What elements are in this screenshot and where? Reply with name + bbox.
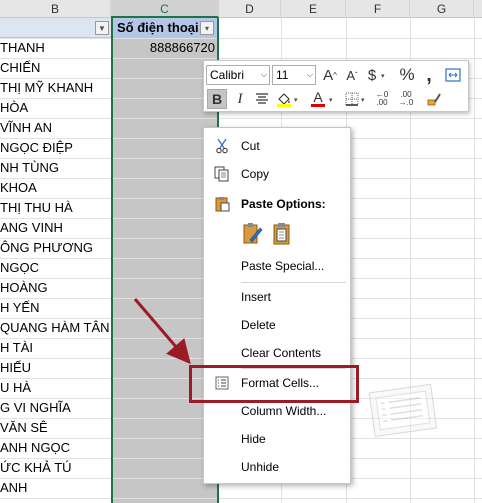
name-cell[interactable]: G VI NGHĨA: [0, 398, 111, 418]
highlight-box: [189, 365, 359, 403]
menu-item-label: Copy: [241, 167, 270, 181]
decrease-decimal-button[interactable]: .00 →.0: [396, 89, 416, 109]
menu-item-label: Cut: [241, 139, 260, 153]
font-color-button[interactable]: A: [308, 89, 328, 109]
name-cell[interactable]: KHOA: [0, 178, 111, 198]
currency-button[interactable]: $: [362, 65, 382, 85]
percent-button[interactable]: %: [397, 65, 417, 85]
name-cell[interactable]: ANH NGỌC: [0, 438, 111, 458]
menu-item-label: Delete: [241, 318, 276, 332]
chevron-down-icon[interactable]: ▾: [329, 96, 333, 104]
fill-color-icon[interactable]: [274, 89, 294, 109]
chevron-down-icon[interactable]: ⌵: [307, 66, 313, 84]
selection-border: [111, 18, 113, 503]
menu-item-paste-special[interactable]: Paste Special...: [204, 254, 350, 278]
menu-item-label: Insert: [241, 290, 272, 304]
increase-decimal-button[interactable]: ←0.00: [372, 89, 392, 109]
chevron-down-icon[interactable]: ▾: [294, 96, 298, 104]
name-cell[interactable]: ÔNG PHƯƠNG: [0, 238, 111, 258]
context-menu: Cut Copy Paste Options: Paste Special...…: [203, 127, 351, 484]
italic-button[interactable]: I: [230, 89, 250, 109]
name-cell[interactable]: U HÀ: [0, 378, 111, 398]
menu-item-insert[interactable]: Insert: [204, 285, 350, 309]
name-cell[interactable]: HÒA: [0, 98, 111, 118]
copy-icon: [214, 166, 230, 182]
name-cell[interactable]: THỊ THU HÀ: [0, 198, 111, 218]
chevron-down-icon[interactable]: ▾: [361, 96, 365, 104]
menu-item-label: Column Width...: [241, 404, 327, 418]
name-cell[interactable]: ANG VINH: [0, 218, 111, 238]
column-header-b[interactable]: B: [0, 0, 111, 18]
name-cell[interactable]: HOÀNG: [0, 278, 111, 298]
format-cells-watermark-icon: [366, 382, 446, 440]
paste-icon[interactable]: [242, 222, 263, 244]
font-size-box[interactable]: 11 ⌵: [272, 65, 316, 85]
borders-icon[interactable]: [342, 89, 362, 109]
menu-item-label: Clear Contents: [241, 346, 322, 360]
bold-button[interactable]: B: [207, 89, 227, 109]
paste-options-heading: Paste Options:: [204, 192, 350, 216]
scissors-icon: [214, 138, 230, 154]
menu-item-hide[interactable]: Hide: [204, 427, 350, 451]
menu-item-label: Unhide: [241, 460, 280, 474]
phone-cell[interactable]: 888866720: [113, 38, 215, 58]
name-cell[interactable]: NGỌC: [0, 258, 111, 278]
grow-font-button[interactable]: A ^: [320, 65, 340, 85]
name-cell[interactable]: NH TÙNG: [0, 158, 111, 178]
name-cell[interactable]: NGỌC ĐIỆP: [0, 138, 111, 158]
name-cell[interactable]: VĨNH AN: [0, 118, 111, 138]
grid-line: [474, 18, 475, 503]
column-header-f[interactable]: F: [346, 0, 410, 18]
menu-item-delete[interactable]: Delete: [204, 313, 350, 337]
paste-values-icon[interactable]: [272, 222, 292, 245]
mini-toolbar: Calibri ⌵ 11 ⌵ A ^ Aˇ $ ▾ % , B I ▾ A ▾ ▾…: [203, 60, 469, 112]
clipboard-icon: [214, 196, 230, 212]
menu-item-unhide[interactable]: Unhide: [204, 455, 350, 479]
font-name-value: Calibri: [210, 68, 245, 82]
name-cell[interactable]: ANH: [0, 478, 111, 498]
name-cell[interactable]: THỊ MỸ KHANH: [0, 78, 111, 98]
menu-item-label: Paste Options:: [241, 197, 326, 211]
column-header-e[interactable]: E: [281, 0, 346, 18]
align-center-icon[interactable]: [252, 89, 272, 109]
menu-separator: [241, 282, 346, 283]
menu-item-label: Paste Special...: [241, 259, 325, 273]
menu-item-label: Hide: [241, 432, 266, 446]
chevron-down-icon[interactable]: ⌵: [261, 66, 267, 84]
name-cell[interactable]: ỨC KHẢ TÚ: [0, 458, 111, 478]
filter-dropdown-icon[interactable]: ▼: [95, 21, 109, 35]
comma-style-button[interactable]: ,: [419, 64, 439, 86]
name-cell[interactable]: H YẾN: [0, 298, 111, 318]
filter-dropdown-icon[interactable]: ▾: [200, 21, 214, 35]
shrink-font-button[interactable]: Aˇ: [342, 65, 362, 85]
merge-center-icon[interactable]: [443, 65, 463, 85]
chevron-down-icon[interactable]: ▾: [381, 72, 385, 80]
name-cell[interactable]: VĂN SÊ: [0, 418, 111, 438]
font-size-value: 11: [276, 68, 289, 82]
name-cell[interactable]: CHIẾN: [0, 58, 111, 78]
menu-item-copy[interactable]: Copy: [204, 162, 350, 186]
grid-line: [0, 498, 482, 499]
name-cell[interactable]: HIẾU: [0, 358, 111, 378]
name-cell[interactable]: H TÀI: [0, 338, 111, 358]
name-cell[interactable]: THANH: [0, 38, 111, 58]
column-header-g[interactable]: G: [410, 0, 474, 18]
column-header-bar: B C D E F G: [0, 0, 482, 18]
menu-item-clear-contents[interactable]: Clear Contents: [204, 341, 350, 365]
format-painter-icon[interactable]: [424, 89, 444, 109]
column-header-d[interactable]: D: [219, 0, 281, 18]
font-name-box[interactable]: Calibri ⌵: [206, 65, 270, 85]
column-header-c[interactable]: C: [111, 0, 219, 18]
menu-item-cut[interactable]: Cut: [204, 134, 350, 158]
table-header-row: ▼ Số điện thoại ▾: [0, 18, 482, 38]
name-cell[interactable]: QUANG HÀM TÂN: [0, 318, 111, 338]
